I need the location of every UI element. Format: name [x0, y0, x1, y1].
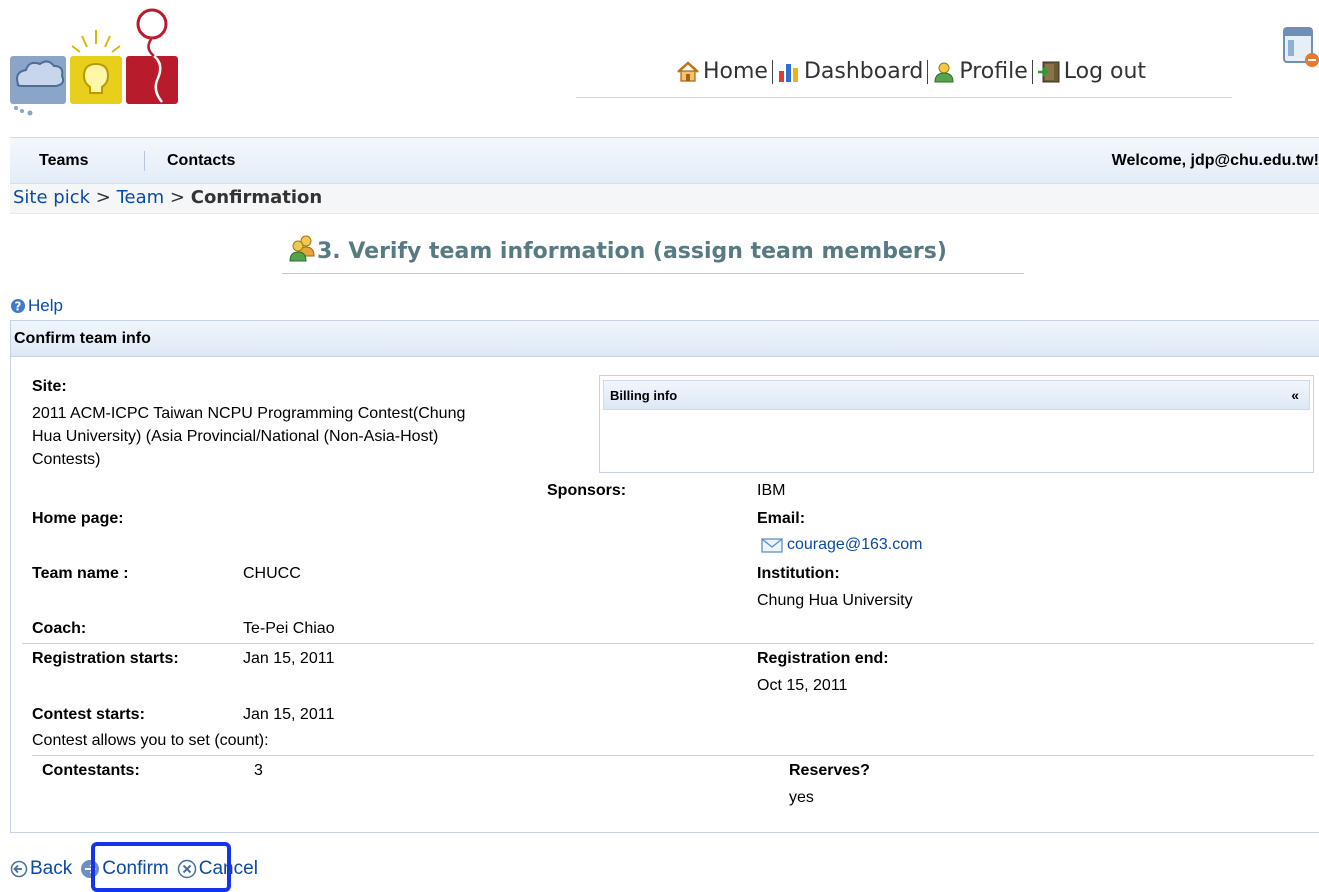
help-link[interactable]: Help	[28, 296, 63, 316]
email-label: Email:	[757, 510, 806, 527]
site-label: Site:	[32, 378, 67, 395]
registration-end-label: Registration end:	[757, 650, 889, 667]
menu-contacts[interactable]: Contacts	[167, 152, 235, 170]
email-value[interactable]: courage@163.com	[787, 536, 922, 554]
home-icon	[677, 60, 699, 82]
contest-starts-value: Jan 15, 2011	[243, 706, 335, 723]
reserves-value: yes	[789, 789, 814, 806]
billing-info-header: Billing info «	[603, 380, 1310, 410]
confirm-highlight-box	[91, 842, 231, 892]
door-exit-icon	[1037, 61, 1060, 82]
registration-starts-label: Registration starts:	[32, 650, 179, 667]
contestants-value: 3	[254, 762, 263, 779]
logout-label: Log out	[1063, 59, 1147, 84]
nav-divider	[927, 59, 929, 84]
contest-starts-label: Contest starts:	[32, 706, 145, 723]
billing-info-box: Billing info «	[599, 375, 1314, 473]
home-label: Home	[703, 59, 768, 84]
sponsors-label: Sponsors:	[547, 482, 627, 499]
team-name-value: CHUCC	[243, 565, 301, 582]
breadcrumb: Site pick > Team > Confirmation	[10, 184, 1319, 214]
reserves-label: Reserves?	[789, 762, 870, 779]
team-name-label: Team name :	[32, 565, 129, 582]
top-navigation: Home Dashboard Profile Log out	[576, 54, 1232, 98]
panel-header: Confirm team info	[11, 321, 1319, 357]
dashboard-label: Dashboard	[803, 59, 924, 84]
welcome-message: Welcome, jdp@chu.edu.tw!	[1111, 152, 1319, 169]
main-menu-bar: Teams Contacts Welcome, jdp@chu.edu.tw!	[10, 137, 1319, 184]
registration-starts-value: Jan 15, 2011	[243, 650, 335, 667]
icpc-logo	[8, 0, 188, 120]
institution-value: Chung Hua University	[757, 592, 913, 609]
menu-teams[interactable]: Teams	[39, 152, 89, 170]
breadcrumb-separator: >	[95, 187, 111, 208]
back-arrow-icon	[10, 860, 28, 878]
svg-text:?: ?	[15, 300, 22, 314]
home-page-label: Home page:	[32, 510, 124, 527]
billing-collapse-toggle[interactable]: «	[1291, 387, 1299, 403]
home-link[interactable]: Home	[676, 59, 768, 84]
registration-end-value: Oct 15, 2011	[757, 677, 848, 694]
menu-divider	[144, 151, 145, 171]
nav-divider	[1031, 59, 1033, 84]
window-settings-icon[interactable]	[1282, 26, 1319, 75]
breadcrumb-team[interactable]: Team	[117, 187, 165, 208]
back-button[interactable]: Back	[10, 858, 72, 880]
nav-divider	[771, 59, 773, 84]
contest-allows-text: Contest allows you to set (count):	[32, 732, 269, 749]
email-link[interactable]: courage@163.com	[761, 536, 922, 554]
dashboard-link[interactable]: Dashboard	[777, 59, 923, 84]
breadcrumb-separator: >	[169, 187, 185, 208]
profile-link[interactable]: Profile	[932, 59, 1028, 84]
help-icon: ?	[11, 299, 25, 314]
profile-label: Profile	[959, 59, 1028, 84]
contestants-label: Contestants:	[42, 762, 140, 779]
help-link-row: ? Help	[10, 296, 63, 316]
team-users-icon	[289, 235, 315, 262]
page-title-text: 3. Verify team information (assign team …	[317, 239, 947, 264]
bar-chart-icon	[778, 63, 798, 82]
breadcrumb-current: Confirmation	[190, 187, 323, 208]
site-value: 2011 ACM-ICPC Taiwan NCPU Programming Co…	[32, 405, 466, 468]
breadcrumb-site-pick[interactable]: Site pick	[13, 187, 90, 208]
coach-label: Coach:	[32, 620, 87, 637]
institution-label: Institution:	[757, 565, 840, 582]
back-label[interactable]: Back	[30, 858, 72, 880]
coach-value: Te-Pei Chiao	[243, 620, 335, 637]
logout-link[interactable]: Log out	[1037, 59, 1146, 84]
counts-divider	[32, 755, 1314, 756]
section-divider	[22, 643, 1314, 644]
mail-icon	[761, 537, 783, 553]
sponsors-value: IBM	[757, 482, 786, 499]
user-icon	[934, 62, 954, 82]
page-title: 3. Verify team information (assign team …	[282, 232, 1024, 274]
billing-info-title: Billing info	[610, 388, 678, 403]
